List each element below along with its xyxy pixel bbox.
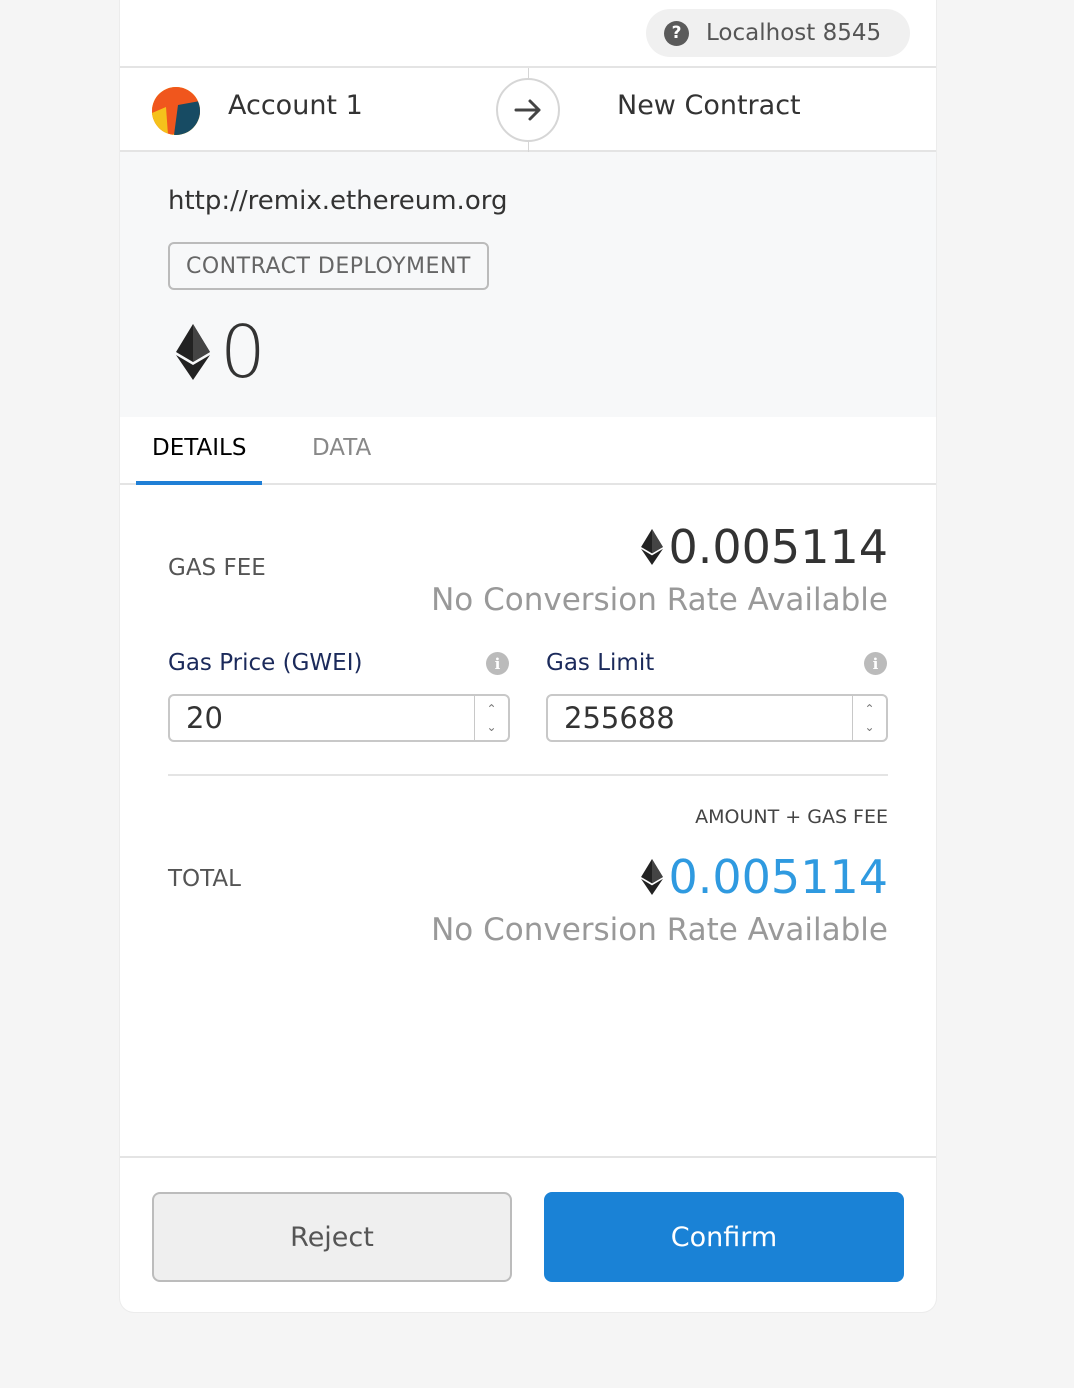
gas-fee-label: GAS FEE (168, 555, 266, 581)
gas-price-stepper[interactable]: ⌃ ⌄ (474, 696, 508, 740)
total-value: 0.005114 (640, 850, 889, 904)
total-amount: 0.005114 (668, 850, 889, 904)
gas-price-value[interactable]: 20 (186, 701, 474, 735)
sender-recipient-row: Account 1 New Contract (120, 68, 936, 152)
footer: Reject Confirm (120, 1156, 936, 1312)
question-circle-icon: ? (664, 20, 689, 46)
tab-data[interactable]: DATA (312, 435, 371, 461)
transaction-summary: http://remix.ethereum.org CONTRACT DEPLO… (120, 152, 936, 417)
gas-fee-amount: 0.005114 (668, 520, 889, 574)
tab-details[interactable]: DETAILS (152, 435, 246, 461)
gas-price-input[interactable]: 20 ⌃ ⌄ (168, 694, 510, 742)
ethereum-icon (640, 859, 663, 895)
reject-button[interactable]: Reject (152, 1192, 512, 1282)
network-bar: ? Localhost 8545 (120, 0, 936, 68)
amount-plus-gas-label: AMOUNT + GAS FEE (695, 806, 888, 828)
gas-limit-stepper[interactable]: ⌃ ⌄ (852, 696, 886, 740)
active-tab-indicator (136, 481, 262, 485)
arrow-right-icon (496, 78, 560, 142)
chevron-down-icon[interactable]: ⌄ (864, 718, 874, 736)
sender-account-name[interactable]: Account 1 (228, 90, 363, 121)
gas-fee-conversion: No Conversion Rate Available (431, 582, 888, 618)
gas-limit-label: Gas Limit (546, 650, 655, 676)
account-avatar-icon (152, 87, 200, 135)
confirm-transaction-panel: ? Localhost 8545 Account 1 New Contract … (120, 0, 936, 1312)
recipient-name: New Contract (617, 90, 801, 121)
confirm-button[interactable]: Confirm (544, 1192, 904, 1282)
info-icon[interactable]: i (486, 652, 509, 675)
gas-limit-value[interactable]: 255688 (564, 701, 852, 735)
gas-limit-input[interactable]: 255688 ⌃ ⌄ (546, 694, 888, 742)
section-divider (168, 774, 888, 776)
gas-price-label: Gas Price (GWEI) (168, 650, 363, 676)
transaction-amount: 0 (176, 310, 266, 394)
total-label: TOTAL (168, 866, 241, 892)
amount-value: 0 (220, 310, 266, 394)
origin-url: http://remix.ethereum.org (168, 186, 508, 216)
ethereum-icon (640, 529, 663, 565)
gas-fee-value: 0.005114 (640, 520, 889, 574)
chevron-down-icon[interactable]: ⌄ (486, 718, 496, 736)
info-icon[interactable]: i (864, 652, 887, 675)
ethereum-icon (176, 324, 210, 380)
chevron-up-icon[interactable]: ⌃ (864, 700, 874, 718)
chevron-up-icon[interactable]: ⌃ (486, 700, 496, 718)
action-badge: CONTRACT DEPLOYMENT (168, 242, 489, 290)
network-name: Localhost 8545 (706, 20, 882, 46)
network-selector[interactable]: ? Localhost 8545 (646, 9, 910, 57)
tab-bar: DETAILS DATA (120, 417, 936, 485)
total-conversion: No Conversion Rate Available (431, 912, 888, 948)
